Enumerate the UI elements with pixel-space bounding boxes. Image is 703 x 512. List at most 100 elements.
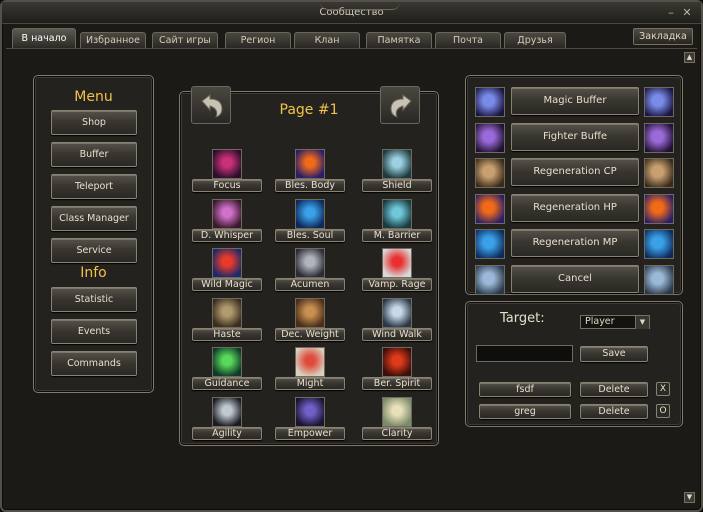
skill-button[interactable]: Bles. Body: [275, 179, 345, 192]
skill-button[interactable]: D. Whisper: [192, 228, 262, 242]
skill-cell: D. Whisper: [192, 198, 262, 245]
skill-cell: Haste: [192, 297, 262, 344]
menu-heading: Menu: [74, 89, 113, 105]
skill-button[interactable]: M. Barrier: [362, 228, 432, 242]
wild-magic-icon[interactable]: [212, 248, 242, 278]
acumen-icon[interactable]: [295, 248, 325, 278]
profile-fsdf-button[interactable]: fsdf: [479, 382, 571, 397]
scroll-up-arrow-icon[interactable]: ▲: [684, 52, 695, 63]
blessed-soul-icon[interactable]: [295, 198, 325, 229]
magic-barrier-icon[interactable]: [382, 198, 412, 229]
buff-scheme-button[interactable]: Regeneration CP: [511, 158, 639, 186]
buff-scheme-button[interactable]: Regeneration MP: [511, 229, 639, 257]
guidance-icon[interactable]: [212, 347, 242, 377]
tab-favorites[interactable]: Избранное: [80, 32, 146, 48]
skill-cell: Bles. Soul: [275, 198, 345, 245]
regeneration-mp-icon: [475, 229, 505, 259]
skill-button[interactable]: Acumen: [275, 278, 345, 291]
agility-icon[interactable]: [212, 396, 242, 427]
title-ornament: [320, 2, 400, 10]
vampiric-rage-icon[interactable]: [382, 248, 412, 278]
class-manager-button[interactable]: Class Manager: [51, 206, 137, 231]
tab-memo[interactable]: Памятка: [366, 32, 432, 48]
redo-arrow-icon: [390, 94, 412, 118]
teleport-button[interactable]: Teleport: [51, 174, 137, 199]
delete-greg-button[interactable]: Delete: [580, 404, 648, 419]
service-button[interactable]: Service: [51, 238, 137, 263]
empower-icon[interactable]: [295, 396, 325, 427]
skill-cell: Wind Walk: [362, 297, 432, 344]
skill-button[interactable]: Wild Magic: [192, 278, 262, 291]
skill-cell: Might: [275, 347, 345, 393]
buff-scheme-button[interactable]: Magic Buffer: [511, 87, 639, 115]
target-select[interactable]: Player ▼: [580, 315, 650, 329]
focus-icon[interactable]: [212, 149, 242, 179]
buff-scheme-button[interactable]: Fighter Buffe: [511, 122, 639, 151]
decrease-weight-icon[interactable]: [295, 297, 325, 328]
skill-button[interactable]: Agility: [192, 426, 262, 440]
minimize-button[interactable]: –: [665, 7, 677, 19]
tab-game-site[interactable]: Сайт игры: [152, 32, 218, 48]
regeneration-hp-icon: [475, 193, 505, 224]
shield-icon[interactable]: [382, 149, 412, 179]
tab-home[interactable]: В начало: [12, 28, 76, 48]
tab-friends[interactable]: Друзья: [504, 32, 566, 48]
shop-button[interactable]: Shop: [51, 110, 137, 135]
tab-mail[interactable]: Почта: [435, 32, 501, 48]
circle-o-icon[interactable]: O: [656, 404, 670, 418]
profile-greg-button[interactable]: greg: [479, 404, 571, 419]
fighter-buffer-icon: [644, 122, 674, 153]
bookmark-button[interactable]: Закладка: [633, 28, 693, 45]
skill-button[interactable]: Clarity: [362, 426, 432, 440]
might-icon[interactable]: [295, 347, 325, 377]
skill-button[interactable]: Guidance: [192, 377, 262, 390]
tab-divider: [6, 48, 697, 49]
haste-icon[interactable]: [212, 297, 242, 328]
skill-cell: Guidance: [192, 347, 262, 393]
regeneration-mp-icon: [644, 229, 674, 259]
events-button[interactable]: Events: [51, 319, 137, 344]
buffer-button[interactable]: Buffer: [51, 142, 137, 167]
scheme-name-input[interactable]: [476, 345, 573, 362]
skill-button[interactable]: Vamp. Rage: [362, 278, 432, 291]
magic-buffer-icon: [475, 87, 505, 117]
skill-button[interactable]: Wind Walk: [362, 327, 432, 341]
buff-scheme-button[interactable]: Regeneration HP: [511, 193, 639, 222]
scroll-down-arrow-icon[interactable]: ▼: [684, 492, 695, 503]
blessed-body-icon[interactable]: [295, 149, 325, 179]
next-page-button[interactable]: [380, 86, 420, 124]
clarity-icon[interactable]: [382, 396, 412, 427]
close-button[interactable]: ✕: [681, 7, 693, 19]
wind-walk-icon[interactable]: [382, 297, 412, 328]
skill-button[interactable]: Haste: [192, 327, 262, 341]
skill-cell: Clarity: [362, 396, 432, 443]
skill-button[interactable]: Dec. Weight: [275, 327, 345, 341]
skill-cell: Wild Magic: [192, 248, 262, 294]
tab-clan[interactable]: Клан: [294, 32, 360, 48]
skill-button[interactable]: Empower: [275, 426, 345, 440]
fighter-buffer-icon: [475, 122, 505, 153]
save-button[interactable]: Save: [580, 346, 648, 362]
chevron-down-icon: ▼: [635, 316, 649, 329]
skill-button[interactable]: Shield: [362, 179, 432, 192]
commands-button[interactable]: Commands: [51, 351, 137, 376]
tab-region[interactable]: Регион: [225, 32, 291, 48]
cancel-icon: [644, 264, 674, 295]
skill-button[interactable]: Focus: [192, 179, 262, 192]
skill-button[interactable]: Might: [275, 377, 345, 390]
target-label: Target:: [500, 311, 545, 326]
skill-cell: Agility: [192, 396, 262, 443]
skill-button[interactable]: Bles. Soul: [275, 228, 345, 242]
buff-schemes-panel: Magic Buffer Fighter Buffe Regeneration CP…: [465, 75, 683, 295]
close-x-icon[interactable]: X: [656, 382, 670, 396]
skill-cell: Empower: [275, 396, 345, 443]
buff-scheme-button[interactable]: Cancel: [511, 264, 639, 293]
delete-fsdf-button[interactable]: Delete: [580, 382, 648, 397]
skill-button[interactable]: Ber. Spirit: [362, 377, 432, 390]
info-heading: Info: [80, 265, 107, 281]
skill-cell: Acumen: [275, 248, 345, 294]
berserker-spirit-icon[interactable]: [382, 347, 412, 377]
death-whisper-icon[interactable]: [212, 198, 242, 229]
target-select-value: Player: [585, 316, 615, 327]
statistic-button[interactable]: Statistic: [51, 287, 137, 312]
